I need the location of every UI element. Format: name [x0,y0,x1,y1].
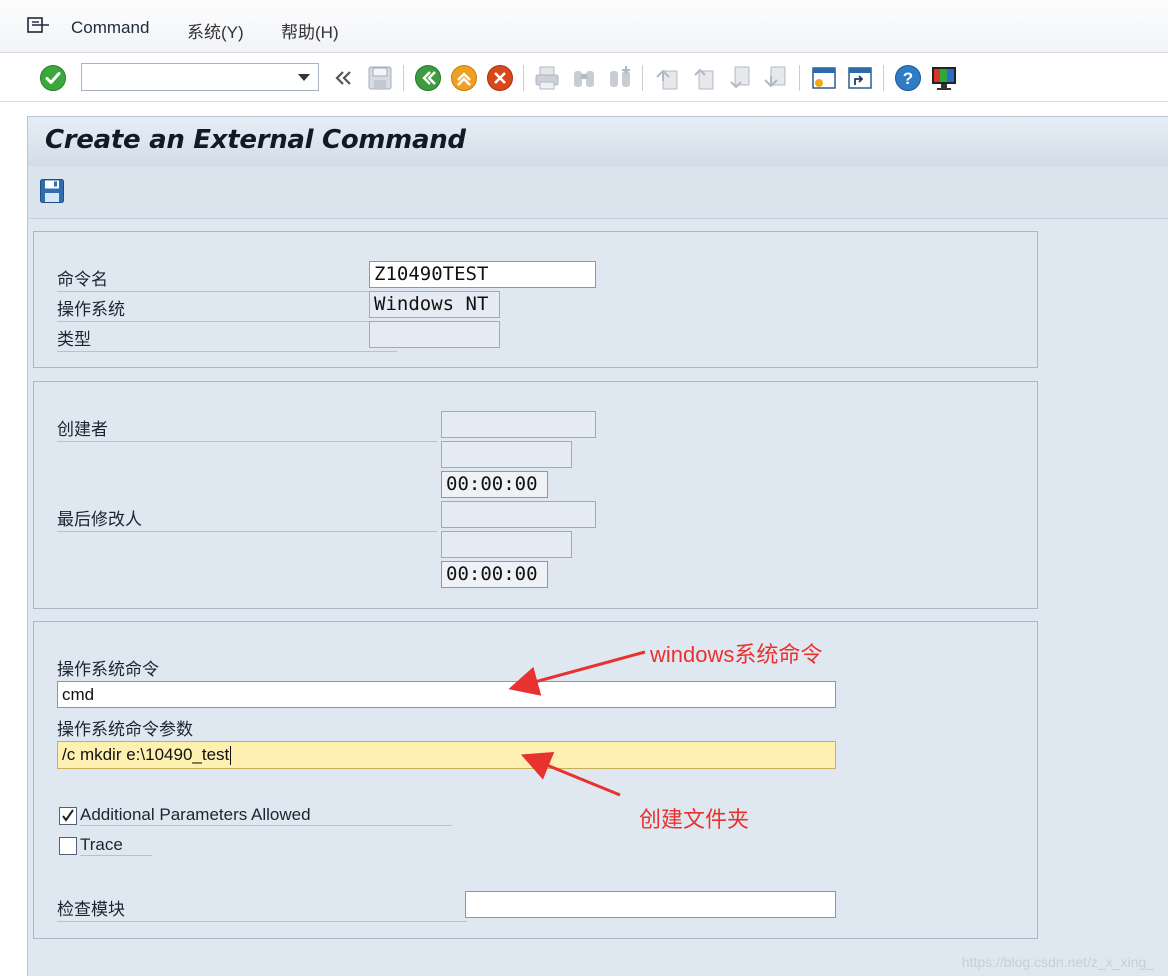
checkmark-icon [62,809,74,822]
help-button[interactable]: ? [894,64,922,92]
os-command-label: 操作系统命令 [57,655,427,682]
help-icon: ? [895,65,921,91]
changed-time-field[interactable]: 00:00:00 [441,561,548,588]
binoculars-icon [574,71,594,87]
os-field[interactable]: Windows NT [369,291,500,318]
content-area: 命令名 Z10490TEST 操作系统 Windows NT 类型 创建者 00… [27,219,1168,976]
find-button[interactable] [570,64,598,92]
checkmark-icon [40,65,66,91]
back-button[interactable] [414,64,442,92]
monitor-color-icon [932,67,956,90]
command-name-label: 命令名 [57,265,397,292]
toolbar-separator [883,65,884,91]
watermark: https://blog.csdn.net/z_x_xing_ [961,954,1154,970]
standard-toolbar: ? [0,53,1168,102]
exit-button[interactable] [450,64,478,92]
annotation-create-folder: 创建文件夹 [639,807,750,832]
menu-bar: Command 系统(Y) 帮助(H) [0,0,1168,53]
menu-help[interactable]: 帮助(H) [281,18,339,43]
changed-by-field[interactable] [441,501,596,528]
toolbar-separator [642,65,643,91]
type-field[interactable] [369,321,500,348]
additional-params-label[interactable]: Additional Parameters Allowed [80,805,452,826]
command-header-group: 命令名 Z10490TEST 操作系统 Windows NT 类型 [33,231,1038,368]
text-cursor [230,746,232,766]
os-label: 操作系统 [57,295,397,322]
trace-checkbox[interactable] [59,837,77,855]
double-chevron-left-icon [335,71,351,85]
toolbar-save-button[interactable] [366,64,394,92]
save-icon [368,66,392,90]
exit-icon [451,65,477,91]
print-button[interactable] [533,64,561,92]
os-command-field[interactable]: cmd [57,681,836,708]
first-page-button[interactable] [654,64,682,92]
menu-command[interactable]: Command [71,18,149,38]
trace-label[interactable]: Trace [80,835,152,856]
menu-exit-icon[interactable] [27,17,51,35]
shortcut-icon [848,67,872,89]
params-value: /c mkdir e:\10490_test [62,745,230,764]
type-label: 类型 [57,325,397,352]
created-by-label: 创建者 [57,415,437,442]
enter-button[interactable] [39,64,67,92]
find-next-button[interactable] [606,64,634,92]
application-toolbar [27,166,1168,219]
created-by-field[interactable] [441,411,596,438]
title-bar: Create an External Command [27,116,1168,167]
binoculars-plus-icon [610,66,630,87]
last-page-button[interactable] [762,64,790,92]
created-time-field[interactable]: 00:00:00 [441,471,548,498]
toolbar-separator [799,65,800,91]
admin-group: 创建者 00:00:00 最后修改人 00:00:00 [33,381,1038,609]
menu-system[interactable]: 系统(Y) [187,18,244,43]
os-command-group: 操作系统命令 cmd 操作系统命令参数 /c mkdir e:\10490_te… [33,621,1038,939]
page-title: Create an External Command [45,125,466,155]
printer-icon [535,66,559,90]
command-name-field[interactable]: Z10490TEST [369,261,596,288]
changed-by-label: 最后修改人 [57,505,437,532]
chevron-down-icon[interactable] [298,74,310,81]
new-window-icon [812,67,836,89]
back-icon [415,65,441,91]
shortcut-button[interactable] [846,64,874,92]
cancel-button[interactable] [486,64,514,92]
check-module-field[interactable] [465,891,836,918]
svg-text:?: ? [903,69,913,88]
collapse-command-button[interactable] [330,64,358,92]
first-page-icon [656,69,678,90]
command-field[interactable] [81,63,319,91]
created-date-field[interactable] [441,441,572,468]
check-module-label: 检查模块 [57,895,467,922]
next-page-icon [730,66,750,89]
toolbar-separator [403,65,404,91]
previous-page-icon [694,68,714,90]
previous-page-button[interactable] [690,64,718,92]
toolbar-separator [523,65,524,91]
cancel-icon [487,65,513,91]
annotation-windows-command: windows系统命令 [650,642,823,667]
last-page-icon [764,66,786,88]
new-session-button[interactable] [810,64,838,92]
additional-params-checkbox[interactable] [59,807,77,825]
changed-date-field[interactable] [441,531,572,558]
params-label: 操作系统命令参数 [57,715,667,742]
customize-layout-button[interactable] [930,64,958,92]
next-page-button[interactable] [726,64,754,92]
save-icon[interactable] [39,178,65,204]
params-field[interactable]: /c mkdir e:\10490_test [57,741,836,769]
command-input[interactable] [82,64,304,90]
